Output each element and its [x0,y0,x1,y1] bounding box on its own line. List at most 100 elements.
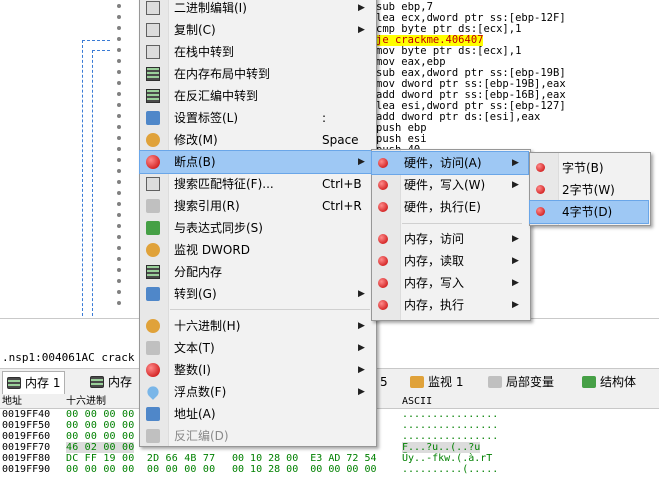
bp-menu-item[interactable]: 硬件，访问(A) ▶ [371,151,529,175]
breakpoint-gutter-dot[interactable] [117,4,121,8]
size-menu-item[interactable]: 2字节(W) [530,179,648,201]
menu-item-hex[interactable]: 十六进制(H) ▶ [140,315,374,337]
bp-menu-label: 内存，执行 [404,298,465,312]
breakpoint-gutter-dot[interactable] [117,48,121,52]
bp-menu-item[interactable]: 内存，写入 ▶ [372,272,528,294]
watch-icon [146,243,160,257]
breakpoint-icon [536,185,545,194]
breakpoint-gutter-dot[interactable] [117,246,121,250]
menu-item-label: 分配内存 [174,265,223,279]
menu-item-binary[interactable]: 二进制编辑(I) ▶ [140,0,374,19]
tab-struct[interactable]: 结构体 [578,371,640,393]
breakpoint-gutter-dot[interactable] [117,257,121,261]
jump-arrow-line [92,50,110,51]
dump-row[interactable]: 0019FF90 00 00 00 00 00 00 00 00 00 10 28 … [0,464,659,475]
menu-item-memory-map[interactable]: 在内存布局中转到 [140,63,374,85]
breakpoint-gutter-dot[interactable] [117,147,121,151]
submenu-arrow-icon: ▶ [358,321,365,331]
menu-item-breakpoint[interactable]: 断点(B) ▶ [139,150,375,174]
dump-hex: 00 00 00 00 [66,409,135,420]
bp-menu-item[interactable]: 硬件，执行(E) [372,196,528,218]
menu-item-label: 反汇编(D) [174,429,229,443]
breakpoint-gutter-dot[interactable] [117,213,121,217]
breakpoint-gutter-dot[interactable] [117,224,121,228]
col-hex: 十六进制 [66,396,106,407]
menu-item-label: 在栈中转到 [174,45,235,59]
submenu-arrow-icon: ▶ [512,278,519,288]
float-icon [145,384,161,400]
breakpoint-gutter-dot[interactable] [117,81,121,85]
tab-locals[interactable]: 局部变量 [484,371,558,393]
dump-address: 0019FF40 [2,409,51,420]
bp-menu-item[interactable]: 内存，访问 ▶ [372,228,528,250]
menu-item-text[interactable]: 文本(T) ▶ [140,337,374,359]
submenu-arrow-icon: ▶ [358,157,365,167]
submenu-arrow-icon: ▶ [358,365,365,375]
breakpoint-gutter-dot[interactable] [117,37,121,41]
breakpoint-gutter-dot[interactable] [117,202,121,206]
menu-item-float[interactable]: 浮点数(F) ▶ [140,381,374,403]
tab-memory-5[interactable]: 5 [376,371,392,393]
breakpoint-gutter-dot[interactable] [117,136,121,140]
breakpoint-gutter-dot[interactable] [117,59,121,63]
menu-item-integer[interactable]: 整数(I) ▶ [140,359,374,381]
tab-memory-2[interactable]: 内存 [86,371,136,393]
menu-item-address[interactable]: 地址(A) [140,403,374,425]
status-text: .nsp1:004061AC crack [2,351,135,364]
menu-item-goto[interactable]: 转到(G) ▶ [140,283,374,305]
submenu-arrow-icon: ▶ [512,300,519,310]
menu-item-stack[interactable]: 在栈中转到 [140,41,374,63]
context-menu: 二进制编辑(I) ▶ 复制(C) ▶ 在栈中转到在内存布局中转到在反汇编中转到 设置标签(… [139,0,377,447]
menu-item-label[interactable]: 设置标签(L): [140,107,374,129]
col-address: 地址 [2,396,22,407]
menu-item-binoculars[interactable]: 搜索引用(R) Ctrl+R [140,195,374,217]
menu-item-label: 在内存布局中转到 [174,67,271,81]
disassemble-icon [146,429,160,443]
menu-item-search-pattern[interactable]: 搜索匹配特征(F)... Ctrl+B [140,173,374,195]
breakpoint-gutter-dot[interactable] [117,301,121,305]
hw-access-size-submenu: 字节(B) 2字节(W) 4字节(D) [529,152,651,226]
menu-item-watch[interactable]: 监视 DWORD [140,239,374,261]
breakpoint-gutter-dot[interactable] [117,103,121,107]
breakpoint-gutter-dot[interactable] [117,180,121,184]
menu-item-allocate[interactable]: 分配内存 [140,261,374,283]
menu-item-label: 转到(G) [174,287,217,301]
breakpoint-gutter-dot[interactable] [117,169,121,173]
bp-menu-item[interactable]: 内存，执行 ▶ [372,294,528,316]
tab-label: 结构体 [600,375,637,389]
size-menu-item[interactable]: 4字节(D) [529,200,649,224]
tab-watch-1[interactable]: 监视 1 [406,371,467,393]
breakpoint-gutter-dot[interactable] [117,15,121,19]
bp-menu-item[interactable]: 硬件，写入(W) ▶ [372,174,528,196]
menu-item-sync[interactable]: 与表达式同步(S) [140,217,374,239]
size-menu-label: 字节(B) [562,161,604,175]
submenu-arrow-icon: ▶ [512,158,519,168]
breakpoint-icon [378,278,388,288]
menu-item-label: 地址(A) [174,407,216,421]
disasm-icon [146,89,160,103]
menu-item-pencil[interactable]: 修改(M) Space [140,129,374,151]
jump-arrow-line [82,40,83,316]
breakpoint-icon [378,158,388,168]
dump-row[interactable]: 0019FF80 DC FF 19 00 2D 66 4B 77 00 10 28 … [0,453,659,464]
breakpoint-gutter-dot[interactable] [117,92,121,96]
menu-item-copy[interactable]: 复制(C) ▶ [140,19,374,41]
breakpoint-gutter-dot[interactable] [117,70,121,74]
menu-item-label: 搜索引用(R) [174,199,240,213]
bp-menu-item[interactable]: 内存，读取 ▶ [372,250,528,272]
size-menu-item[interactable]: 字节(B) [530,157,648,179]
breakpoint-gutter-dot[interactable] [117,235,121,239]
watch-icon [410,376,424,388]
memory-map-icon [146,67,160,81]
breakpoint-gutter-dot[interactable] [117,191,121,195]
submenu-arrow-icon: ▶ [512,256,519,266]
breakpoint-gutter-dot[interactable] [117,26,121,30]
breakpoint-gutter-dot[interactable] [117,125,121,129]
breakpoint-gutter-dot[interactable] [117,158,121,162]
tab-memory-1[interactable]: 内存 1 [2,371,66,394]
breakpoint-gutter-dot[interactable] [117,268,121,272]
breakpoint-gutter-dot[interactable] [117,290,121,294]
breakpoint-gutter-dot[interactable] [117,114,121,118]
menu-item-disasm[interactable]: 在反汇编中转到 [140,85,374,107]
breakpoint-gutter-dot[interactable] [117,279,121,283]
